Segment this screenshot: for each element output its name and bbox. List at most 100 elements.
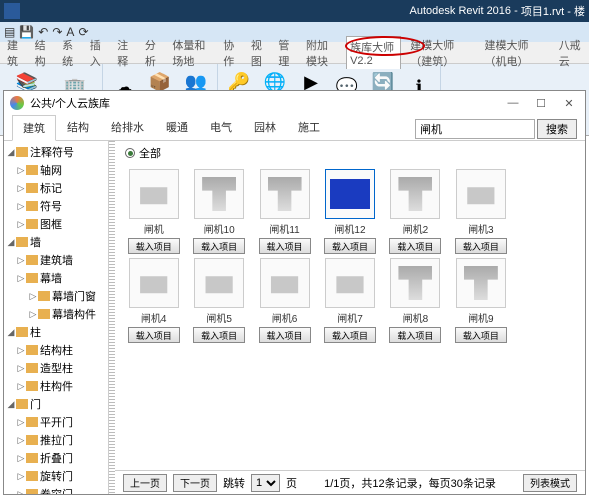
tree-label: 折叠门 xyxy=(40,450,73,466)
load-project-button[interactable]: 载入项目 xyxy=(259,327,311,343)
tree-label: 符号 xyxy=(40,198,62,214)
tree-label: 柱 xyxy=(30,324,41,340)
load-project-button[interactable]: 载入项目 xyxy=(324,327,376,343)
tree-arrow-icon: ▷ xyxy=(16,381,26,392)
load-project-button[interactable]: 载入项目 xyxy=(389,238,441,254)
library-item[interactable]: 闸机2载入项目 xyxy=(385,169,446,254)
load-project-button[interactable]: 载入项目 xyxy=(455,327,507,343)
category-tab[interactable]: 结构 xyxy=(56,114,100,140)
load-project-button[interactable]: 载入项目 xyxy=(128,327,180,343)
library-item[interactable]: 闸机5载入项目 xyxy=(188,258,249,343)
library-item[interactable]: 闸机10载入项目 xyxy=(188,169,249,254)
tree-node[interactable]: ▷幕墙门窗 xyxy=(4,287,108,305)
tree-label: 推拉门 xyxy=(40,432,73,448)
load-project-button[interactable]: 载入项目 xyxy=(259,238,311,254)
minimize-button[interactable]: — xyxy=(503,97,523,110)
tree-node[interactable]: ◢ 注释符号 xyxy=(4,143,108,161)
tree-label: 结构柱 xyxy=(40,342,73,358)
search-input[interactable] xyxy=(415,119,535,139)
load-project-button[interactable]: 载入项目 xyxy=(128,238,180,254)
category-tab[interactable]: 暖通 xyxy=(155,114,199,140)
tree-arrow-icon: ▷ xyxy=(16,201,26,212)
tree-node[interactable]: ◢墙 xyxy=(4,233,108,251)
tree-node[interactable]: ▷卷帘门 xyxy=(4,485,108,494)
tree-arrow-icon: ▷ xyxy=(28,291,38,302)
library-item[interactable]: 闸机3载入项目 xyxy=(450,169,511,254)
filter-radio[interactable]: 全部 xyxy=(115,141,585,165)
tree-label: 标记 xyxy=(40,180,62,196)
folder-icon xyxy=(38,291,50,301)
load-project-button[interactable]: 载入项目 xyxy=(324,238,376,254)
category-tab[interactable]: 建筑 xyxy=(12,115,56,141)
load-project-button[interactable]: 载入项目 xyxy=(193,327,245,343)
load-project-button[interactable]: 载入项目 xyxy=(193,238,245,254)
item-thumbnail xyxy=(260,169,310,219)
tree-node[interactable]: ▷ 柱构件 xyxy=(4,377,108,395)
search-button[interactable]: 搜索 xyxy=(537,119,577,139)
item-thumbnail xyxy=(194,169,244,219)
tree-node[interactable]: ▷旋转门 xyxy=(4,467,108,485)
tree-node[interactable]: ◢柱 xyxy=(4,323,108,341)
title-bar: Autodesk Revit 2016 - 项目1.rvt - 楼 xyxy=(0,0,589,22)
category-tab[interactable]: 施工 xyxy=(287,114,331,140)
page-select[interactable]: 1 xyxy=(251,474,280,492)
tree-node[interactable]: ▷建筑墙 xyxy=(4,251,108,269)
next-page-button[interactable]: 下一页 xyxy=(173,474,217,492)
library-item[interactable]: 闸机12载入项目 xyxy=(319,169,380,254)
tree-node[interactable]: ▷推拉门 xyxy=(4,431,108,449)
tree-arrow-icon: ▷ xyxy=(28,309,38,320)
folder-icon xyxy=(26,489,38,494)
tree-label: 造型柱 xyxy=(40,360,73,376)
tree-node[interactable]: ▷ 符号 xyxy=(4,197,108,215)
dialog-title: 公共/个人云族库 xyxy=(30,95,110,111)
library-item[interactable]: 闸机载入项目 xyxy=(123,169,184,254)
tree-label: 门 xyxy=(30,396,41,412)
tree-node[interactable]: ▷幕墙 xyxy=(4,269,108,287)
library-item[interactable]: 闸机6载入项目 xyxy=(254,258,315,343)
tree-label: 注释符号 xyxy=(30,144,74,160)
tree-arrow-icon: ▷ xyxy=(16,417,26,428)
page-info: 1/1页，共12条记录，每页30条记录 xyxy=(303,475,517,491)
tree-node[interactable]: ▷幕墙构件 xyxy=(4,305,108,323)
tree-arrow-icon: ▷ xyxy=(16,165,26,176)
menu-tab[interactable]: 八戒云 xyxy=(556,35,585,71)
tree-node[interactable]: ◢门 xyxy=(4,395,108,413)
tree-node[interactable]: ▷平开门 xyxy=(4,413,108,431)
tree-label: 轴网 xyxy=(40,162,62,178)
tree-node[interactable]: ▷ 结构柱 xyxy=(4,341,108,359)
maximize-button[interactable]: ☐ xyxy=(531,97,551,110)
library-item[interactable]: 闸机11载入项目 xyxy=(254,169,315,254)
library-item[interactable]: 闸机7载入项目 xyxy=(319,258,380,343)
tree-label: 幕墙 xyxy=(40,270,62,286)
close-button[interactable]: ✕ xyxy=(559,97,579,110)
load-project-button[interactable]: 载入项目 xyxy=(389,327,441,343)
item-thumbnail xyxy=(390,258,440,308)
library-item[interactable]: 闸机9载入项目 xyxy=(450,258,511,343)
tree-arrow-icon: ▷ xyxy=(16,471,26,482)
tree-node[interactable]: ▷图框 xyxy=(4,215,108,233)
list-mode-button[interactable]: 列表模式 xyxy=(523,474,577,492)
prev-page-button[interactable]: 上一页 xyxy=(123,474,167,492)
tree-arrow-icon: ◢ xyxy=(6,147,16,158)
category-tree[interactable]: ◢注释符号▷轴网▷标记▷符号▷图框◢墙▷建筑墙▷幕墙▷幕墙门窗▷幕墙构件◢柱▷结… xyxy=(4,141,109,494)
items-grid: 闸机载入项目闸机10载入项目闸机11载入项目闸机12载入项目闸机2载入项目闸机3… xyxy=(115,165,585,470)
library-item[interactable]: 闸机4载入项目 xyxy=(123,258,184,343)
tree-node[interactable]: ▷折叠门 xyxy=(4,449,108,467)
tree-label: 柱构件 xyxy=(40,378,73,394)
folder-icon xyxy=(26,417,38,427)
folder-icon xyxy=(16,147,28,157)
tree-arrow-icon: ▷ xyxy=(16,363,26,374)
tree-node[interactable]: ▷ 造型柱 xyxy=(4,359,108,377)
tree-arrow-icon: ◢ xyxy=(6,399,16,410)
load-project-button[interactable]: 载入项目 xyxy=(455,238,507,254)
dialog-icon xyxy=(10,96,24,110)
tree-node[interactable]: ▷标记 xyxy=(4,179,108,197)
tree-arrow-icon: ▷ xyxy=(16,345,26,356)
library-item[interactable]: 闸机8载入项目 xyxy=(385,258,446,343)
category-tab[interactable]: 电气 xyxy=(199,114,243,140)
category-tab[interactable]: 园林 xyxy=(243,114,287,140)
item-thumbnail xyxy=(325,258,375,308)
tree-node[interactable]: ▷ 轴网 xyxy=(4,161,108,179)
category-tab[interactable]: 给排水 xyxy=(100,114,155,140)
menu-tab[interactable]: 建模大师（机电） xyxy=(481,35,549,71)
